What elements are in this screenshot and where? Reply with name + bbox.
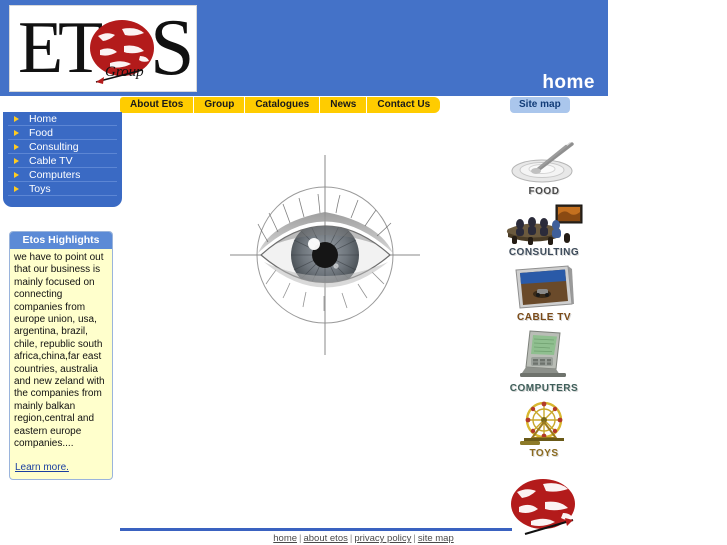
section-card-cable-tv[interactable]: CABLE TV	[498, 264, 590, 323]
nav-tab-group[interactable]: Group	[194, 97, 246, 113]
section-card-computers[interactable]: COMPUTERS	[498, 329, 590, 394]
footer-divider	[120, 528, 512, 531]
footer-links: home | about etos | privacy policy | site map	[0, 533, 727, 544]
footer-separator: |	[299, 533, 302, 544]
footer-separator: |	[413, 533, 416, 544]
page-title: home	[542, 72, 595, 93]
highlights-body-text: we have to point out that our business i…	[14, 252, 105, 450]
section-label: TOYS	[529, 448, 559, 459]
footer-link-privacy-policy[interactable]: privacy policy	[354, 533, 411, 544]
svg-text:S: S	[150, 6, 195, 91]
hero-eye-crosshair-graphic	[228, 150, 423, 360]
sidebar-menu: Home Food Consulting Cable TV Computers …	[3, 112, 122, 207]
triangle-right-icon	[14, 116, 19, 122]
sidebar-item-food[interactable]: Food	[8, 126, 117, 140]
toys-photo-icon	[520, 401, 564, 445]
section-label: COMPUTERS	[509, 383, 579, 394]
section-label: CABLE TV	[517, 312, 571, 323]
etos-highlights-panel: Etos Highlights we have to point out tha…	[9, 231, 113, 480]
section-card-toys[interactable]: TOYS	[498, 400, 590, 459]
footer-link-about-etos[interactable]: about etos	[303, 533, 347, 544]
eye-crosshair-icon	[230, 155, 420, 355]
triangle-right-icon	[14, 172, 19, 178]
food-photo-icon	[511, 142, 574, 183]
computers-photo-icon	[520, 330, 566, 377]
sidebar-item-label: Cable TV	[29, 155, 73, 167]
section-label: CONSULTING	[508, 247, 580, 258]
section-shortcuts-column: FOOD CONSULTING CABLE TV COMPUTERS TOYS	[498, 140, 590, 465]
sidebar-item-label: Consulting	[29, 141, 79, 153]
top-navigation: About Etos Group Catalogues News Contact…	[120, 97, 441, 113]
footer-separator: |	[349, 533, 353, 544]
footer-link-site-map[interactable]: site map	[418, 533, 454, 544]
sidebar-item-consulting[interactable]: Consulting	[8, 140, 117, 154]
nav-tab-catalogues[interactable]: Catalogues	[245, 97, 321, 113]
sidebar-item-cable-tv[interactable]: Cable TV	[8, 154, 117, 168]
sidebar-item-label: Food	[29, 127, 53, 139]
etos-logo-icon: E T S Group	[10, 6, 196, 91]
site-logo[interactable]: E T S Group	[9, 5, 197, 92]
section-label: FOOD	[528, 186, 560, 197]
section-card-food[interactable]: FOOD	[498, 140, 590, 197]
nav-tab-about-etos[interactable]: About Etos	[120, 97, 195, 113]
highlights-title: Etos Highlights	[10, 232, 112, 249]
footer-link-home[interactable]: home	[273, 533, 297, 544]
nav-tab-contact-us[interactable]: Contact Us	[367, 97, 441, 113]
globe-icon	[511, 479, 575, 535]
triangle-right-icon	[14, 130, 19, 136]
sidebar-item-computers[interactable]: Computers	[8, 168, 117, 182]
sidebar-item-label: Computers	[29, 169, 81, 181]
nav-tab-site-map[interactable]: Site map	[510, 97, 570, 113]
svg-text:E: E	[18, 7, 63, 89]
sidebar-item-home[interactable]: Home	[8, 112, 117, 126]
sidebar-item-toys[interactable]: Toys	[8, 182, 117, 196]
learn-more-link[interactable]: Learn more.	[15, 462, 69, 473]
consulting-photo-icon	[506, 204, 583, 245]
triangle-right-icon	[14, 158, 19, 164]
sidebar-item-label: Home	[29, 113, 58, 125]
etos-globe-mark	[505, 478, 585, 536]
section-card-consulting[interactable]: CONSULTING	[498, 203, 590, 258]
sidebar-item-label: Toys	[29, 183, 51, 195]
triangle-right-icon	[14, 186, 19, 192]
nav-tab-news[interactable]: News	[320, 97, 368, 113]
triangle-right-icon	[14, 144, 19, 150]
cable-tv-photo-icon	[515, 265, 574, 309]
